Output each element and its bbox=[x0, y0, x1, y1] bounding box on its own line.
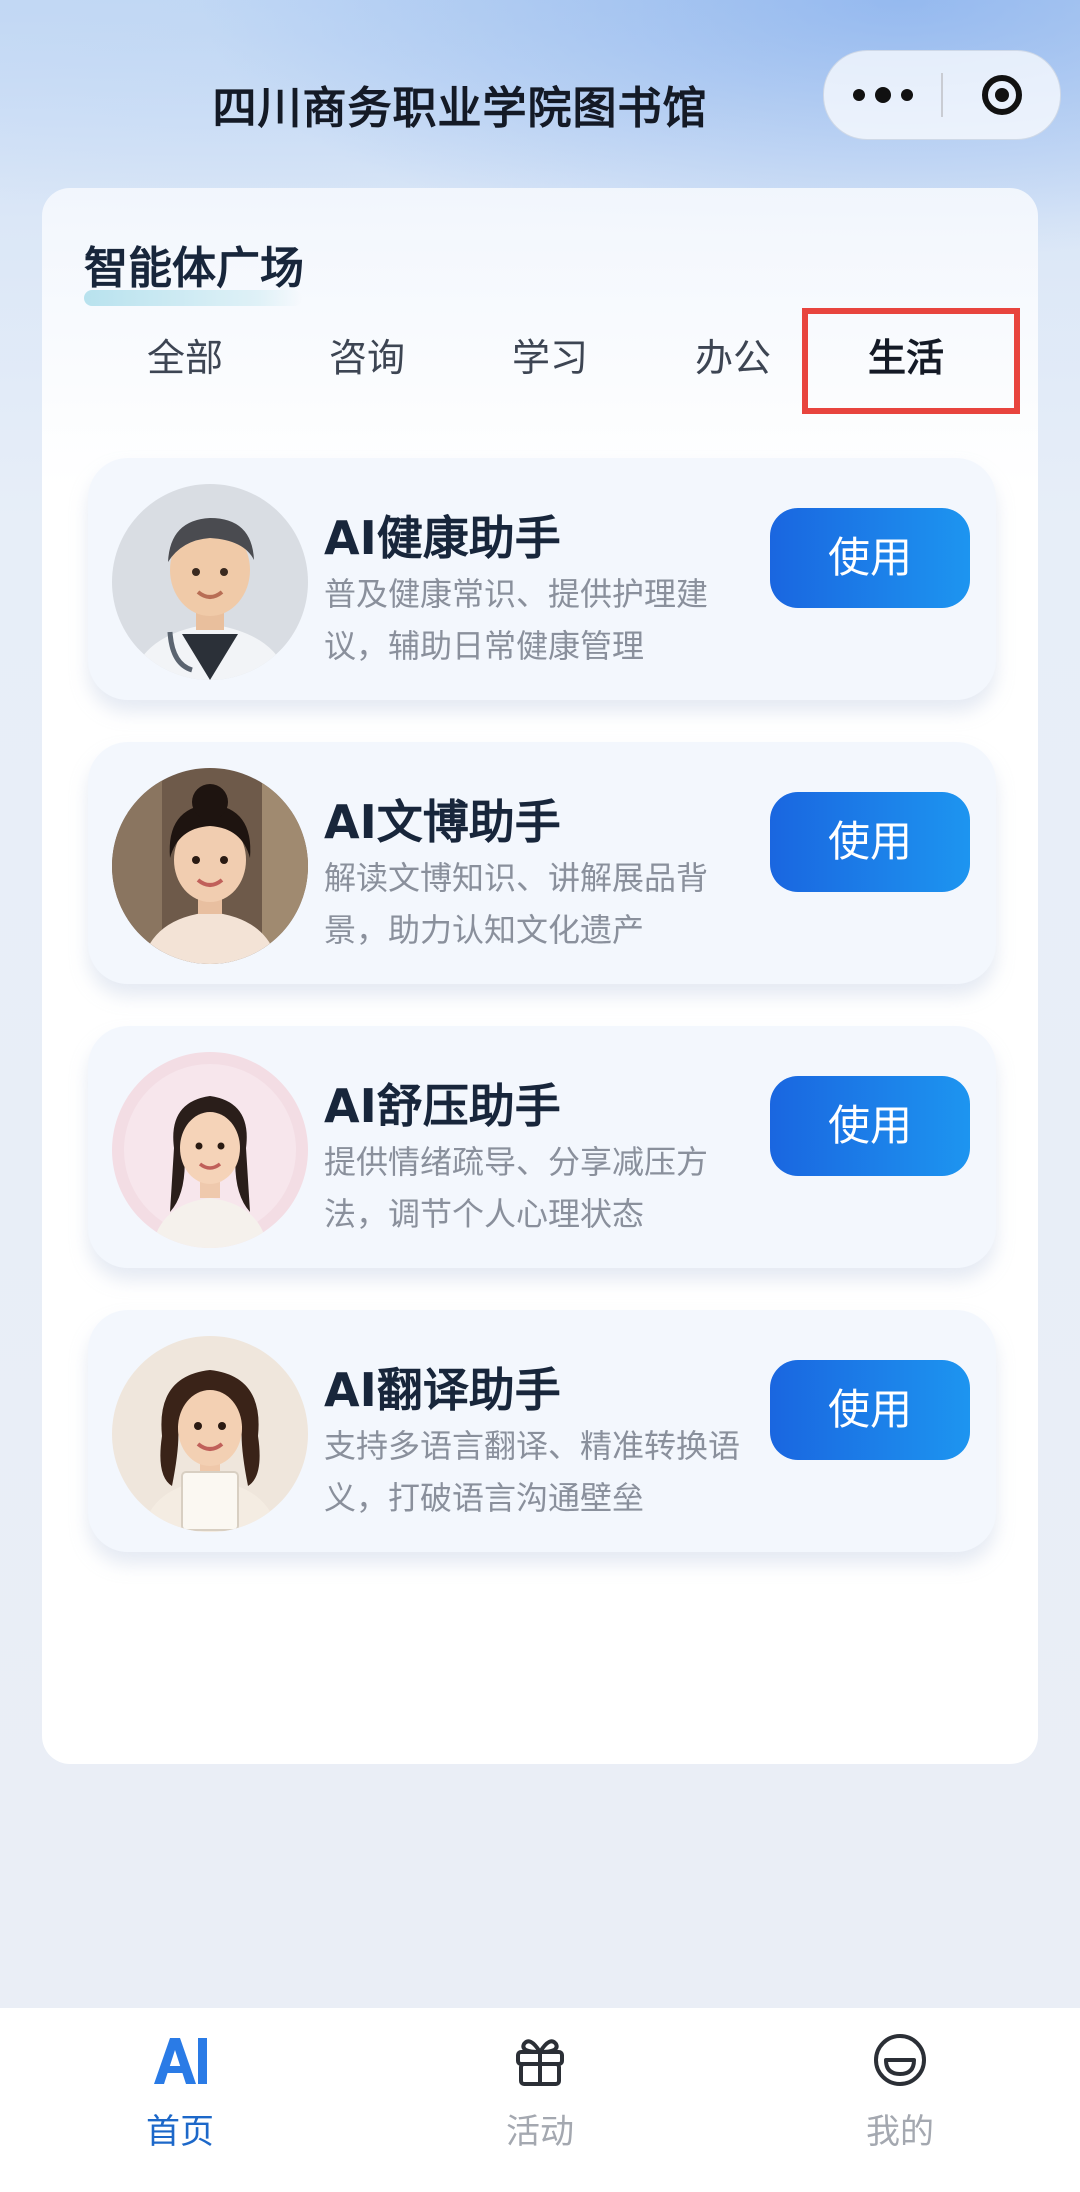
more-dots-icon bbox=[852, 89, 865, 101]
nav-home[interactable]: 首页 bbox=[0, 2008, 360, 2192]
avatar bbox=[112, 484, 308, 680]
tab-consult[interactable]: 咨询 bbox=[292, 318, 442, 398]
avatar bbox=[112, 768, 308, 964]
mini-program-capsule bbox=[823, 50, 1061, 140]
agent-card-health[interactable]: AI健康助手 普及健康常识、提供护理建议，辅助日常健康管理 使用 bbox=[88, 458, 996, 700]
ai-logo-icon bbox=[154, 2038, 207, 2084]
agent-name: AI文博助手 bbox=[324, 795, 561, 849]
agent-name: AI舒压助手 bbox=[324, 1079, 561, 1133]
tab-study[interactable]: 学习 bbox=[475, 318, 625, 398]
agent-card-museum[interactable]: AI文博助手 解读文博知识、讲解展品背景，助力认知文化遗产 使用 bbox=[88, 742, 996, 984]
tab-all[interactable]: 全部 bbox=[110, 318, 260, 398]
agent-card-translate[interactable]: AI翻译助手 支持多语言翻译、精准转换语义，打破语言沟通壁垒 使用 bbox=[88, 1310, 996, 1552]
nav-label: 活动 bbox=[506, 2112, 574, 2152]
avatar bbox=[112, 1336, 308, 1532]
agent-description: 解读文博知识、讲解展品背景，助力认知文化遗产 bbox=[324, 859, 709, 949]
use-button[interactable]: 使用 bbox=[770, 1360, 970, 1460]
avatar bbox=[112, 1052, 308, 1248]
nav-label: 首页 bbox=[146, 2112, 214, 2152]
section-title: 智能体广场 bbox=[84, 243, 304, 294]
agent-description: 支持多语言翻译、精准转换语义，打破语言沟通壁垒 bbox=[324, 1427, 741, 1517]
close-button[interactable] bbox=[943, 51, 1060, 139]
title-underline bbox=[84, 290, 302, 306]
agent-card-stress-relief[interactable]: AI舒压助手 提供情绪疏导、分享减压方法，调节个人心理状态 使用 bbox=[88, 1026, 996, 1268]
agent-name: AI健康助手 bbox=[324, 511, 561, 565]
bottom-tab-bar: 首页 活动 我的 bbox=[0, 2008, 1080, 2192]
nav-mine[interactable]: 我的 bbox=[720, 2008, 1080, 2192]
use-button[interactable]: 使用 bbox=[770, 792, 970, 892]
more-button[interactable] bbox=[824, 51, 941, 139]
agent-name: AI翻译助手 bbox=[324, 1363, 561, 1417]
gift-icon bbox=[516, 2039, 564, 2086]
agent-description: 提供情绪疏导、分享减压方法，调节个人心理状态 bbox=[324, 1143, 709, 1233]
nav-label: 我的 bbox=[866, 2112, 934, 2152]
tab-office[interactable]: 办公 bbox=[658, 318, 808, 398]
smile-icon bbox=[874, 2034, 926, 2086]
nav-activity[interactable]: 活动 bbox=[360, 2008, 720, 2192]
highlight-annotation bbox=[802, 308, 1020, 414]
target-close-icon bbox=[981, 75, 1022, 115]
use-button[interactable]: 使用 bbox=[770, 508, 970, 608]
use-button[interactable]: 使用 bbox=[770, 1076, 970, 1176]
agent-description: 普及健康常识、提供护理建议，辅助日常健康管理 bbox=[324, 575, 709, 665]
